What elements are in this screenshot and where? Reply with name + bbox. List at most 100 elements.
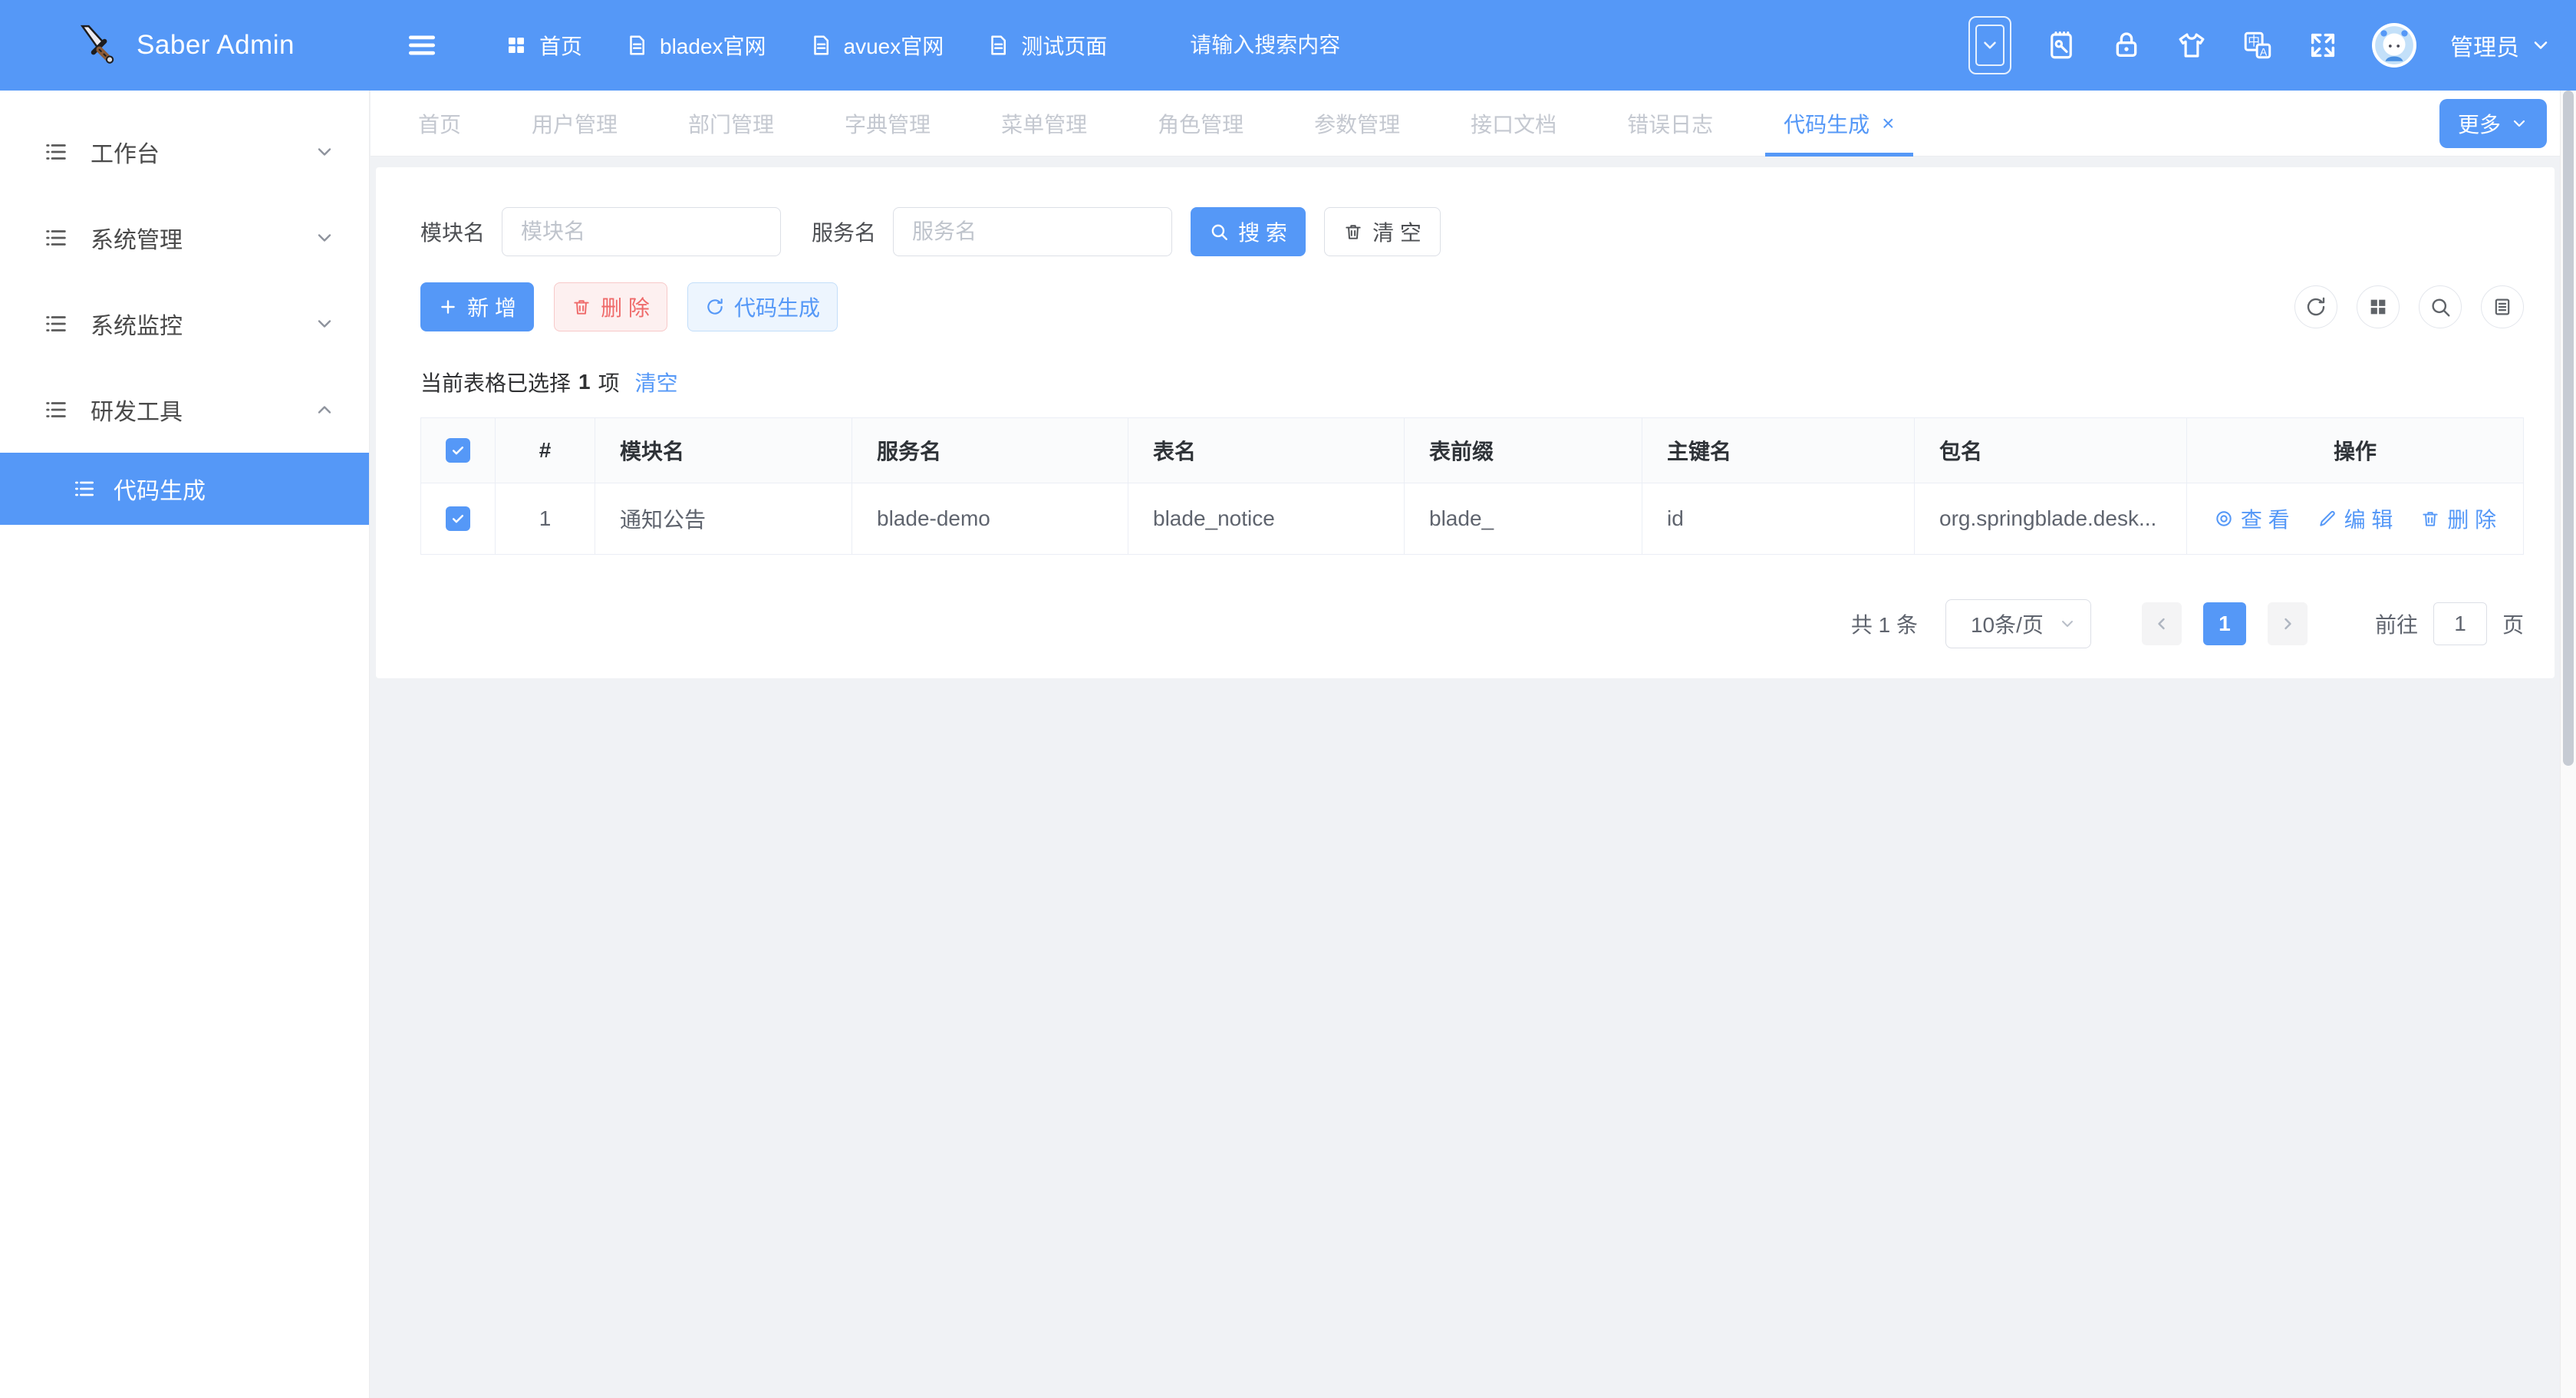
translate-icon[interactable]: 中A (2242, 29, 2274, 61)
document-icon (987, 34, 1010, 57)
current-page-button[interactable]: 1 (2203, 602, 2246, 645)
topnav-label: 首页 (539, 30, 582, 61)
svg-text:A: A (2260, 45, 2268, 58)
column-settings-icon[interactable] (2481, 285, 2524, 328)
tab-home[interactable]: 首页 (383, 91, 496, 156)
list-icon (43, 397, 69, 423)
chevron-up-icon (314, 399, 335, 420)
column-header-table[interactable]: 表名 (1128, 418, 1405, 483)
chevron-down-icon (314, 227, 335, 249)
table-row[interactable]: 1 通知公告 blade-demo blade_notice blade_ id… (421, 483, 2523, 554)
eye-icon (2214, 509, 2234, 529)
topnav-item-home[interactable]: 首页 (483, 0, 604, 91)
tab-api-docs[interactable]: 接口文档 (1435, 91, 1592, 156)
chevron-down-icon (2530, 35, 2551, 56)
tab-role-management[interactable]: 角色管理 (1122, 91, 1279, 156)
user-avatar[interactable] (2372, 23, 2416, 68)
delete-link[interactable]: 删 除 (2420, 503, 2496, 534)
tab-dict-management[interactable]: 字典管理 (809, 91, 966, 156)
row-primary-key: id (1642, 483, 1915, 554)
data-table: # 模块名 服务名 表名 表前缀 主键名 包名 操作 1 通知公告 blade-… (420, 417, 2524, 555)
search-toggle-icon[interactable] (2419, 285, 2462, 328)
sidebar-item-system-management[interactable]: 系统管理 (0, 195, 369, 281)
list-icon (43, 225, 69, 251)
debug-clipboard-icon[interactable] (2045, 29, 2077, 61)
column-header-service[interactable]: 服务名 (852, 418, 1128, 483)
selection-clear-link[interactable]: 清空 (635, 367, 678, 397)
chevron-down-icon (314, 141, 335, 163)
row-module: 通知公告 (595, 483, 852, 554)
app-title: Saber Admin (137, 30, 295, 61)
pagination: 共 1 条 10条/页 1 前往 页 (420, 599, 2524, 648)
tabs-more-button[interactable]: 更多 (2439, 99, 2547, 148)
grid-display-icon[interactable] (2357, 285, 2400, 328)
tab-code-generation[interactable]: 代码生成 × (1748, 91, 1929, 156)
theme-shirt-icon[interactable] (2176, 29, 2208, 61)
row-table-prefix: blade_ (1405, 483, 1642, 554)
chevron-down-icon (2058, 615, 2077, 633)
sidebar-item-workbench[interactable]: 工作台 (0, 109, 369, 195)
user-menu[interactable]: 管理员 (2450, 28, 2551, 62)
row-checkbox[interactable] (446, 506, 470, 531)
delete-button[interactable]: 删 除 (554, 282, 667, 331)
next-page-button[interactable] (2268, 602, 2308, 645)
topnav-item-bladex[interactable]: bladex官网 (604, 0, 788, 91)
topbar-actions: 中A 管理员 (1968, 16, 2576, 74)
scrollbar-thumb[interactable] (2563, 91, 2574, 766)
top-search (1190, 33, 1512, 58)
column-header-prefix[interactable]: 表前缀 (1405, 418, 1642, 483)
table-tools (2294, 285, 2524, 328)
trash-icon (572, 297, 591, 317)
clear-button[interactable]: 清 空 (1324, 207, 1441, 256)
row-actions: 查 看 编 辑 删 除 (2187, 483, 2523, 554)
row-package: org.springblade.desk... (1915, 483, 2187, 554)
row-select-cell (421, 483, 496, 554)
chevron-down-icon (2510, 114, 2528, 133)
column-header-package[interactable]: 包名 (1915, 418, 2187, 483)
top-search-input[interactable] (1190, 33, 1512, 58)
topnav-label: avuex官网 (844, 30, 944, 61)
service-name-input[interactable] (893, 207, 1172, 256)
page-scrollbar[interactable] (2560, 91, 2576, 1398)
table-toolbar: 新 增 删 除 代码生成 (420, 282, 2524, 331)
top-nav: 首页 bladex官网 avuex官网 测试页面 (483, 0, 1128, 91)
refresh-icon[interactable] (2294, 285, 2337, 328)
edit-link[interactable]: 编 辑 (2317, 503, 2393, 534)
add-button[interactable]: 新 增 (420, 282, 534, 331)
column-header-index[interactable]: # (496, 418, 595, 483)
select-all-cell (421, 418, 496, 483)
list-icon (43, 311, 69, 337)
view-link[interactable]: 查 看 (2214, 503, 2290, 534)
menu-collapse-icon[interactable] (405, 28, 439, 62)
tab-user-management[interactable]: 用户管理 (496, 91, 653, 156)
column-header-module[interactable]: 模块名 (595, 418, 852, 483)
close-icon[interactable]: × (1882, 113, 1894, 134)
code-generate-button[interactable]: 代码生成 (687, 282, 838, 331)
topnav-label: bladex官网 (660, 30, 766, 61)
lock-icon[interactable] (2111, 30, 2142, 61)
top-menu-toggle-button[interactable] (1968, 16, 2011, 74)
module-name-input[interactable] (502, 207, 781, 256)
search-button[interactable]: 搜 索 (1191, 207, 1306, 256)
topnav-item-avuex[interactable]: avuex官网 (788, 0, 966, 91)
column-header-pk[interactable]: 主键名 (1642, 418, 1915, 483)
selection-unit: 项 (598, 367, 620, 397)
tab-dept-management[interactable]: 部门管理 (653, 91, 809, 156)
chevron-down-icon (314, 313, 335, 335)
topnav-item-testpage[interactable]: 测试页面 (965, 0, 1128, 91)
sidebar-item-dev-tools[interactable]: 研发工具 (0, 367, 369, 453)
search-icon (1209, 222, 1229, 242)
goto-page-input[interactable] (2433, 602, 2487, 645)
fullscreen-icon[interactable] (2308, 30, 2338, 61)
plus-icon (438, 297, 458, 317)
page-size-select[interactable]: 10条/页 (1945, 599, 2091, 648)
pagination-total: 共 1 条 (1851, 608, 1918, 639)
select-all-checkbox[interactable] (446, 438, 470, 463)
sidebar-item-code-generation[interactable]: 代码生成 (0, 453, 369, 525)
prev-page-button[interactable] (2142, 602, 2182, 645)
tab-param-management[interactable]: 参数管理 (1279, 91, 1435, 156)
document-icon (809, 34, 832, 57)
sidebar-item-system-monitor[interactable]: 系统监控 (0, 281, 369, 367)
tab-error-log[interactable]: 错误日志 (1592, 91, 1748, 156)
tab-menu-management[interactable]: 菜单管理 (966, 91, 1122, 156)
